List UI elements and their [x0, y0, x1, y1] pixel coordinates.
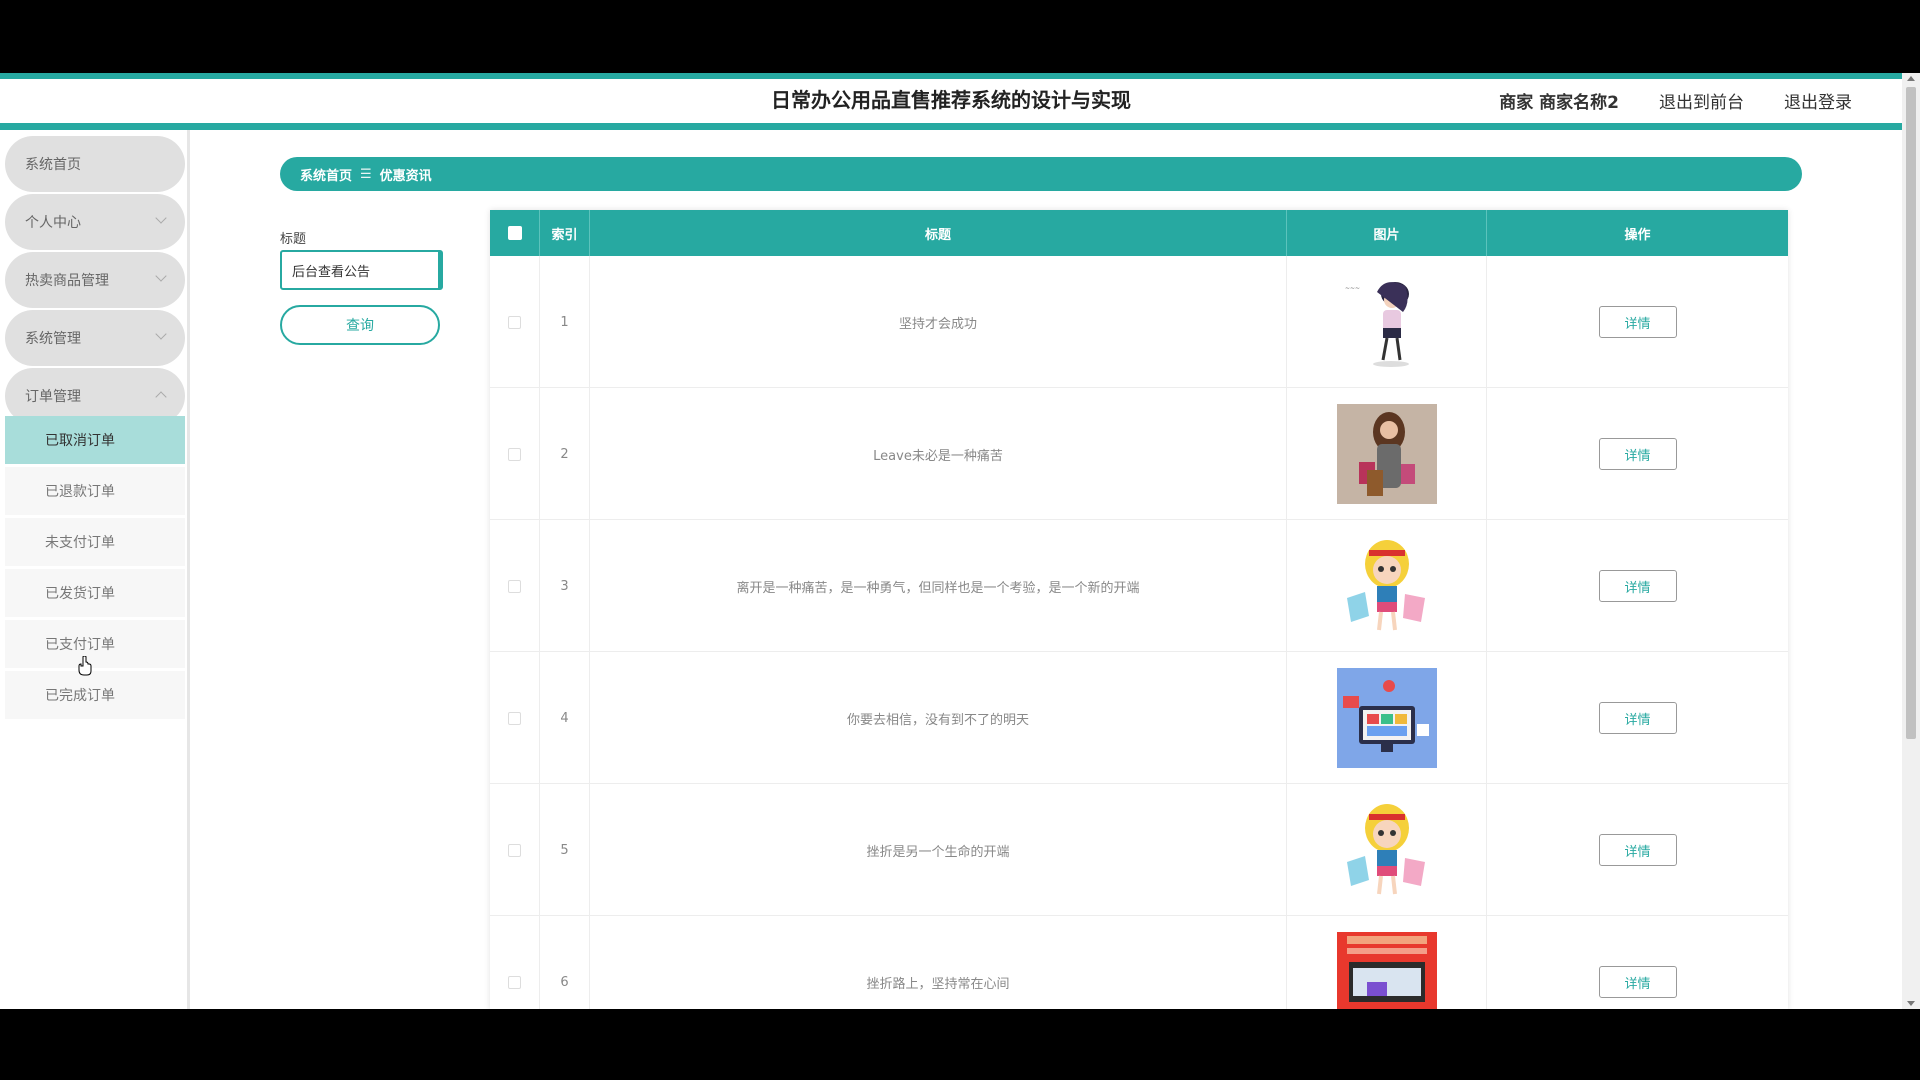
search-title-input[interactable]	[280, 250, 443, 290]
chevron-up-icon	[155, 391, 167, 403]
sidebar-item-system-management[interactable]: 系统管理	[5, 310, 185, 366]
row-title: 挫折路上，坚持常在心间	[590, 916, 1287, 1009]
fashion-girl-sketch-image[interactable]: ~~~	[1336, 272, 1437, 372]
search-title-label: 标题	[280, 232, 307, 247]
main-content: 系统首页 ☰ 优惠资讯 标题 查询 索引 标题 图片 操作 1 坚持才会成功	[193, 130, 1902, 1009]
table-row: 6 挫折路上，坚持常在心间 详情	[490, 916, 1788, 1009]
sidebar-item-label: 系统首页	[25, 157, 81, 173]
table-row: 3 离开是一种痛苦，是一种勇气，但同样也是一个考验，是一个新的开端 详情	[490, 520, 1788, 652]
svg-text:~~~: ~~~	[1345, 285, 1360, 292]
row-index: 1	[540, 256, 590, 388]
column-header-image: 图片	[1287, 210, 1487, 256]
column-header-action: 操作	[1624, 227, 1651, 243]
row-checkbox[interactable]	[508, 447, 521, 461]
table-row: 2 Leave未必是一种痛苦 详情	[490, 388, 1788, 520]
detail-button[interactable]: 详情	[1598, 834, 1677, 866]
red-promo-banner-image[interactable]	[1336, 932, 1437, 1009]
news-table: 索引 标题 图片 操作 1 坚持才会成功 ~~~ 详情 2 Leave未必是一种…	[490, 210, 1788, 1009]
sidebar-item-label: 订单管理	[25, 389, 81, 405]
breadcrumb-current: 优惠资讯	[379, 168, 432, 184]
column-header-title: 标题	[590, 210, 1287, 256]
row-checkbox[interactable]	[508, 843, 521, 857]
detail-button[interactable]: 详情	[1598, 702, 1677, 734]
sidebar-subitem-label: 已退款订单	[45, 484, 115, 500]
cartoon-shopping-girl-image[interactable]	[1336, 800, 1437, 900]
sidebar-item-hot-products[interactable]: 热卖商品管理	[5, 252, 185, 308]
logout-link[interactable]: 退出登录	[1784, 88, 1852, 113]
row-checkbox[interactable]	[508, 315, 521, 329]
detail-button[interactable]: 详情	[1598, 306, 1677, 338]
sidebar-item-label: 个人中心	[25, 215, 81, 231]
sidebar-subitem-unpaid-orders[interactable]: 未支付订单	[5, 518, 185, 566]
chevron-down-icon	[155, 328, 167, 340]
sidebar-subitem-refunded-orders[interactable]: 已退款订单	[5, 467, 185, 515]
detail-button[interactable]: 详情	[1598, 966, 1677, 998]
exit-to-front-link[interactable]: 退出到前台	[1659, 88, 1744, 113]
row-title: 你要去相信，没有到不了的明天	[590, 652, 1287, 784]
row-title: 坚持才会成功	[590, 256, 1287, 388]
chevron-down-icon	[155, 270, 167, 282]
sidebar-item-home[interactable]: 系统首页	[5, 136, 185, 192]
sidebar-subitem-label: 已取消订单	[45, 433, 115, 449]
column-header-index: 索引	[540, 210, 590, 256]
row-checkbox[interactable]	[508, 711, 521, 725]
sidebar-subitem-completed-orders[interactable]: 已完成订单	[5, 671, 185, 719]
sidebar-item-personal-center[interactable]: 个人中心	[5, 194, 185, 250]
sidebar-item-label: 系统管理	[25, 331, 81, 347]
query-button[interactable]: 查询	[280, 305, 440, 345]
sidebar: 系统首页 个人中心 热卖商品管理 系统管理 订单管理 已取消订单 已退款订单 未…	[0, 130, 190, 1009]
detail-button[interactable]: 详情	[1598, 570, 1677, 602]
row-index: 2	[540, 388, 590, 520]
woman-shopping-bags-photo[interactable]	[1336, 404, 1437, 504]
sidebar-subitem-paid-orders[interactable]: 已支付订单	[5, 620, 185, 668]
sidebar-subitem-label: 未支付订单	[45, 535, 115, 551]
scrollbar-thumb[interactable]	[1906, 87, 1916, 739]
row-checkbox[interactable]	[508, 975, 521, 989]
scroll-down-arrow-icon[interactable]	[1907, 1001, 1915, 1006]
row-index: 3	[540, 520, 590, 652]
sidebar-subitem-label: 已发货订单	[45, 586, 115, 602]
online-shopping-monitor-image[interactable]	[1336, 668, 1437, 768]
chevron-down-icon	[155, 212, 167, 224]
table-row: 1 坚持才会成功 ~~~ 详情	[490, 256, 1788, 388]
sidebar-subitem-shipped-orders[interactable]: 已发货订单	[5, 569, 185, 617]
select-all-checkbox[interactable]	[507, 226, 522, 240]
scroll-up-arrow-icon[interactable]	[1907, 76, 1915, 81]
cartoon-shopping-girl-image[interactable]	[1336, 536, 1437, 636]
app-screen: 日常办公用品直售推荐系统的设计与实现 商家 商家名称2 退出到前台 退出登录 系…	[0, 73, 1920, 1009]
merchant-user-label: 商家 商家名称2	[1499, 93, 1619, 113]
page-scrollbar[interactable]	[1902, 73, 1920, 1009]
table-row: 5 挫折是另一个生命的开端 详情	[490, 784, 1788, 916]
top-header: 日常办公用品直售推荐系统的设计与实现 商家 商家名称2 退出到前台 退出登录	[0, 79, 1902, 123]
breadcrumb-home[interactable]: 系统首页	[300, 165, 352, 184]
breadcrumb: 系统首页 ☰ 优惠资讯	[280, 157, 1802, 191]
sidebar-item-label: 热卖商品管理	[25, 273, 109, 289]
hand-cursor-icon	[78, 656, 92, 676]
header-actions: 商家 商家名称2 退出到前台 退出登录	[1499, 88, 1852, 113]
row-title: 挫折是另一个生命的开端	[590, 784, 1287, 916]
row-index: 5	[540, 784, 590, 916]
row-title: 离开是一种痛苦，是一种勇气，但同样也是一个考验，是一个新的开端	[590, 520, 1287, 652]
header-divider	[0, 123, 1902, 130]
sidebar-subitem-label: 已完成订单	[45, 688, 115, 704]
table-header: 索引 标题 图片 操作	[490, 210, 1788, 256]
sidebar-subitem-cancelled-orders[interactable]: 已取消订单	[5, 416, 185, 464]
detail-button[interactable]: 详情	[1598, 438, 1677, 470]
row-checkbox[interactable]	[508, 579, 521, 593]
row-title: Leave未必是一种痛苦	[590, 388, 1287, 520]
breadcrumb-separator-icon: ☰	[360, 166, 372, 182]
sidebar-subitem-label: 已支付订单	[45, 637, 115, 653]
table-row: 4 你要去相信，没有到不了的明天 详情	[490, 652, 1788, 784]
row-index: 6	[540, 916, 590, 1009]
select-all-cell	[490, 210, 540, 256]
row-index: 4	[540, 652, 590, 784]
